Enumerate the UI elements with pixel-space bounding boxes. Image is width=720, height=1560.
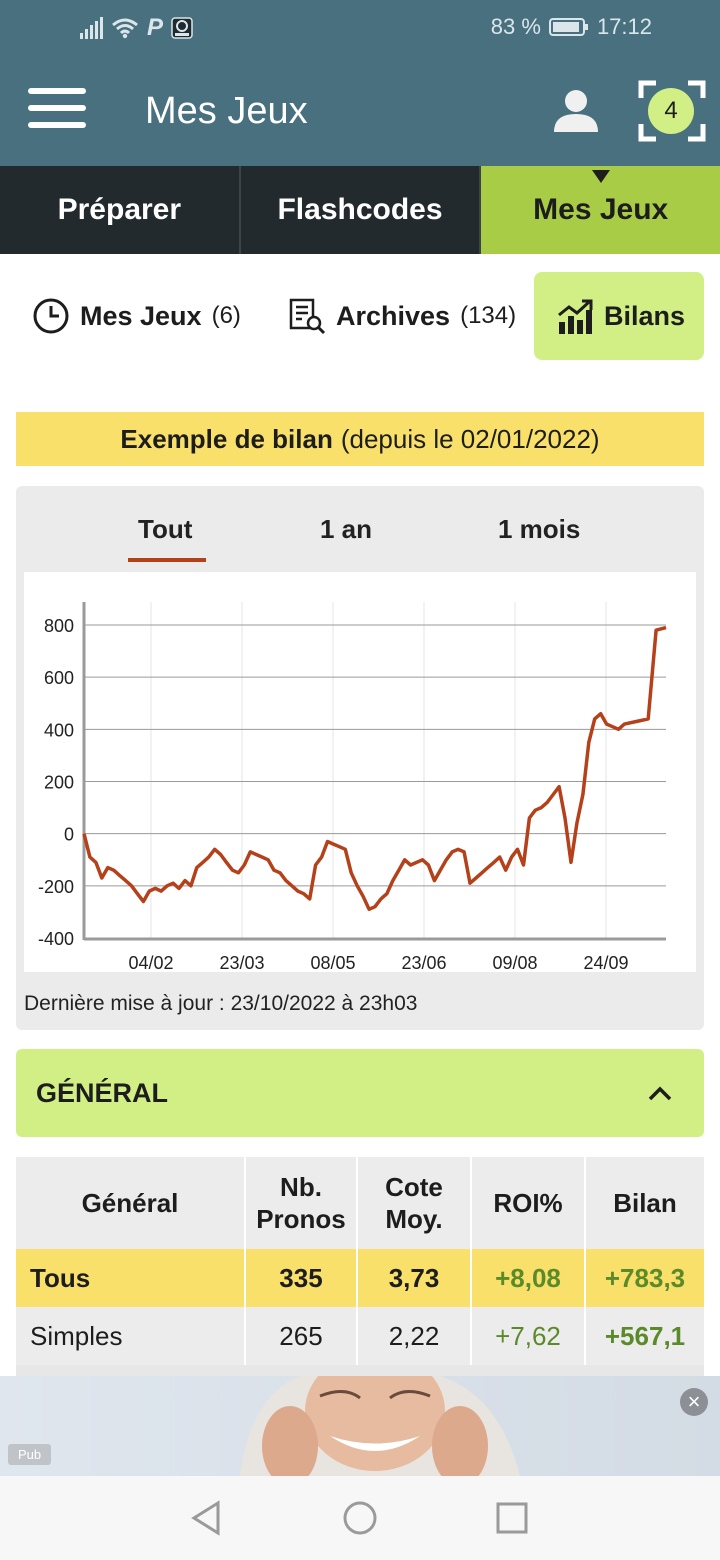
tab-label: Mes Jeux bbox=[533, 193, 669, 226]
tab-label: Préparer bbox=[57, 193, 182, 226]
bilan-banner: Exemple de bilan (depuis le 02/01/2022) bbox=[16, 412, 704, 466]
table-cell: +783,3 bbox=[586, 1249, 704, 1307]
series-line bbox=[82, 625, 667, 912]
ad-image bbox=[0, 1376, 720, 1476]
home-icon[interactable] bbox=[342, 1500, 378, 1536]
active-period-indicator bbox=[128, 558, 206, 562]
x-tick-label: 04/02 bbox=[128, 953, 173, 972]
y-tick-label: 800 bbox=[44, 616, 74, 636]
y-tick-label: 600 bbox=[44, 668, 74, 688]
column-header: Cote Moy. bbox=[358, 1157, 472, 1249]
archive-search-icon bbox=[289, 298, 326, 335]
balance-line-chart: 800 600 400 200 0 -200 -400 04/02 23/03 08/05 23/0… bbox=[38, 602, 667, 972]
x-tick-label: 24/09 bbox=[583, 953, 628, 972]
period-tab-tout[interactable]: Tout bbox=[138, 514, 192, 545]
battery-percent: 83 % bbox=[490, 14, 541, 39]
back-icon[interactable] bbox=[190, 1500, 222, 1536]
chevron-up-icon[interactable] bbox=[646, 1079, 674, 1107]
table-cell: Simples bbox=[16, 1307, 246, 1365]
y-tick-label: 200 bbox=[44, 773, 74, 793]
period-tab-1-an[interactable]: 1 an bbox=[320, 514, 372, 545]
column-header: Bilan bbox=[586, 1157, 704, 1249]
battery-icon bbox=[548, 18, 588, 36]
y-tick-label: -200 bbox=[38, 877, 74, 897]
user-icon[interactable] bbox=[552, 86, 600, 134]
carrier-glyph: P bbox=[147, 14, 164, 41]
tab-mes-jeux[interactable]: Mes Jeux bbox=[481, 166, 720, 254]
recents-icon[interactable] bbox=[496, 1502, 528, 1534]
wifi-icon bbox=[112, 18, 138, 39]
period-tab-1-mois[interactable]: 1 mois bbox=[498, 514, 580, 545]
subtab-bilans[interactable]: Bilans bbox=[534, 272, 704, 360]
app-bar: Mes Jeux 4 bbox=[0, 56, 720, 166]
table-header-row: Général Nb. Pronos Cote Moy. ROI% Bilan bbox=[16, 1157, 704, 1249]
scan-button[interactable]: 4 bbox=[638, 80, 706, 142]
system-nav-bar bbox=[0, 1476, 720, 1560]
close-icon[interactable]: × bbox=[680, 1388, 708, 1416]
table-cell: 3,73 bbox=[358, 1249, 472, 1307]
clock-icon bbox=[33, 298, 69, 334]
x-tick-label: 09/08 bbox=[492, 953, 537, 972]
table-cell: +567,1 bbox=[586, 1307, 704, 1365]
active-tab-caret-icon bbox=[591, 170, 610, 183]
chart-growth-icon bbox=[558, 299, 593, 334]
table-cell: +8,08 bbox=[472, 1249, 586, 1307]
table-cell: +7,62 bbox=[472, 1307, 586, 1365]
subtab-count: (134) bbox=[460, 302, 517, 329]
table-row: Tous 335 3,73 +8,08 +783,3 bbox=[16, 1249, 704, 1307]
tab-label: Flashcodes bbox=[277, 193, 443, 226]
subtab-label: Bilans bbox=[604, 300, 686, 331]
status-bar: P 83 % 17:12 bbox=[0, 0, 720, 56]
column-header: ROI% bbox=[472, 1157, 586, 1249]
tab-preparer[interactable]: Préparer bbox=[0, 166, 241, 254]
banner-title: Exemple de bilan bbox=[120, 423, 333, 454]
subtab-label: Archives bbox=[336, 300, 451, 331]
page-title: Mes Jeux bbox=[145, 90, 308, 132]
clock-time: 17:12 bbox=[596, 14, 652, 39]
banner-subtitle: (depuis le 02/01/2022) bbox=[340, 423, 600, 454]
chart-card: Tout 1 an 1 mois 800 600 400 200 0 -200 -400 04… bbox=[16, 486, 704, 1030]
column-header: Général bbox=[16, 1157, 246, 1249]
balance-chart: 800 600 400 200 0 -200 -400 04/02 23/03 08/05 23/0… bbox=[24, 572, 696, 972]
scan-count-badge: 4 bbox=[648, 88, 694, 134]
section-general-header[interactable]: GÉNÉRAL bbox=[16, 1049, 704, 1137]
y-tick-label: 0 bbox=[64, 825, 74, 845]
app-notification-icon bbox=[171, 17, 193, 39]
table-cell: 335 bbox=[246, 1249, 358, 1307]
subtab-label: Mes Jeux bbox=[80, 300, 202, 331]
subtab-archives[interactable]: Archives (134) bbox=[288, 272, 518, 360]
table-cell: Tous bbox=[16, 1249, 246, 1307]
subtab-mes-jeux[interactable]: Mes Jeux (6) bbox=[32, 272, 252, 360]
x-tick-label: 23/03 bbox=[219, 953, 264, 972]
main-tabs: Préparer Flashcodes Mes Jeux bbox=[0, 166, 720, 254]
section-title: GÉNÉRAL bbox=[36, 1078, 169, 1108]
y-tick-label: -400 bbox=[38, 929, 74, 949]
last-update-text: Dernière mise à jour : 23/10/2022 à 23h0… bbox=[24, 992, 418, 1015]
table-cell: 265 bbox=[246, 1307, 358, 1365]
menu-icon[interactable] bbox=[28, 88, 86, 132]
stats-table: Général Nb. Pronos Cote Moy. ROI% Bilan … bbox=[16, 1157, 704, 1377]
table-row: Simples 265 2,22 +7,62 +567,1 bbox=[16, 1307, 704, 1365]
y-tick-label: 400 bbox=[44, 720, 74, 740]
signal-icon bbox=[80, 17, 103, 39]
column-header: Nb. Pronos bbox=[246, 1157, 358, 1249]
table-cell: 2,22 bbox=[358, 1307, 472, 1365]
ad-banner[interactable]: Pub × bbox=[0, 1376, 720, 1476]
x-tick-label: 08/05 bbox=[310, 953, 355, 972]
x-tick-label: 23/06 bbox=[401, 953, 446, 972]
subtab-count: (6) bbox=[211, 302, 241, 329]
tab-flashcodes[interactable]: Flashcodes bbox=[241, 166, 482, 254]
ad-label: Pub bbox=[8, 1444, 52, 1465]
